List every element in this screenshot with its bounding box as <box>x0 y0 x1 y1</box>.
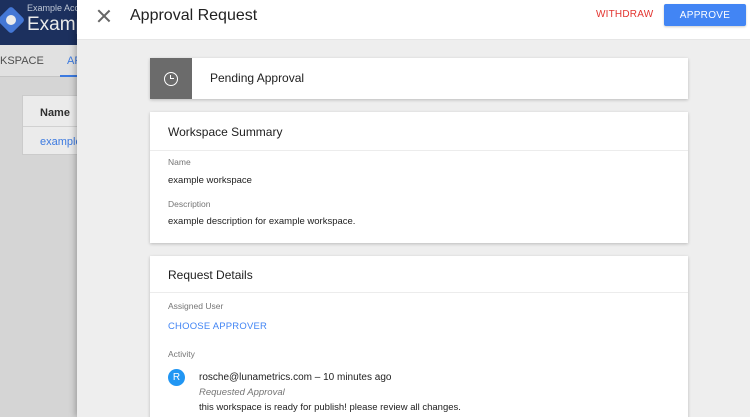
clock-icon <box>164 71 178 86</box>
card-divider <box>150 292 688 293</box>
close-icon[interactable] <box>93 6 115 28</box>
name-value: example workspace <box>168 175 252 186</box>
request-details-card: Request Details Assigned User CHOOSE APP… <box>150 256 688 417</box>
withdraw-button[interactable]: WITHDRAW <box>592 7 657 22</box>
avatar: R <box>168 369 185 386</box>
card-title-details: Request Details <box>168 268 253 282</box>
status-label: Pending Approval <box>210 71 305 85</box>
approve-button[interactable]: APPROVE <box>664 4 746 26</box>
activity-user: rosche@lunametrics.com – 10 minutes ago <box>199 372 392 383</box>
choose-approver-button[interactable]: CHOOSE APPROVER <box>168 321 267 332</box>
status-card: Pending Approval <box>150 58 688 99</box>
name-label: Name <box>168 157 191 167</box>
description-label: Description <box>168 199 211 209</box>
card-divider <box>150 150 688 151</box>
backdrop-scrim <box>0 0 77 417</box>
assigned-user-label: Assigned User <box>168 301 224 311</box>
workspace-summary-card: Workspace Summary Name example workspace… <box>150 112 688 243</box>
activity-type: Requested Approval <box>199 387 285 398</box>
panel-toolbar: Approval Request WITHDRAW APPROVE <box>77 0 750 40</box>
status-icon-box <box>150 58 192 99</box>
card-title-summary: Workspace Summary <box>168 125 283 139</box>
description-value: example description for example workspac… <box>168 216 356 227</box>
activity-message: this workspace is ready for publish! ple… <box>199 402 461 413</box>
activity-label: Activity <box>168 349 195 359</box>
panel-title: Approval Request <box>130 7 258 24</box>
approval-request-panel: Approval Request WITHDRAW APPROVE Pendin… <box>77 0 750 417</box>
